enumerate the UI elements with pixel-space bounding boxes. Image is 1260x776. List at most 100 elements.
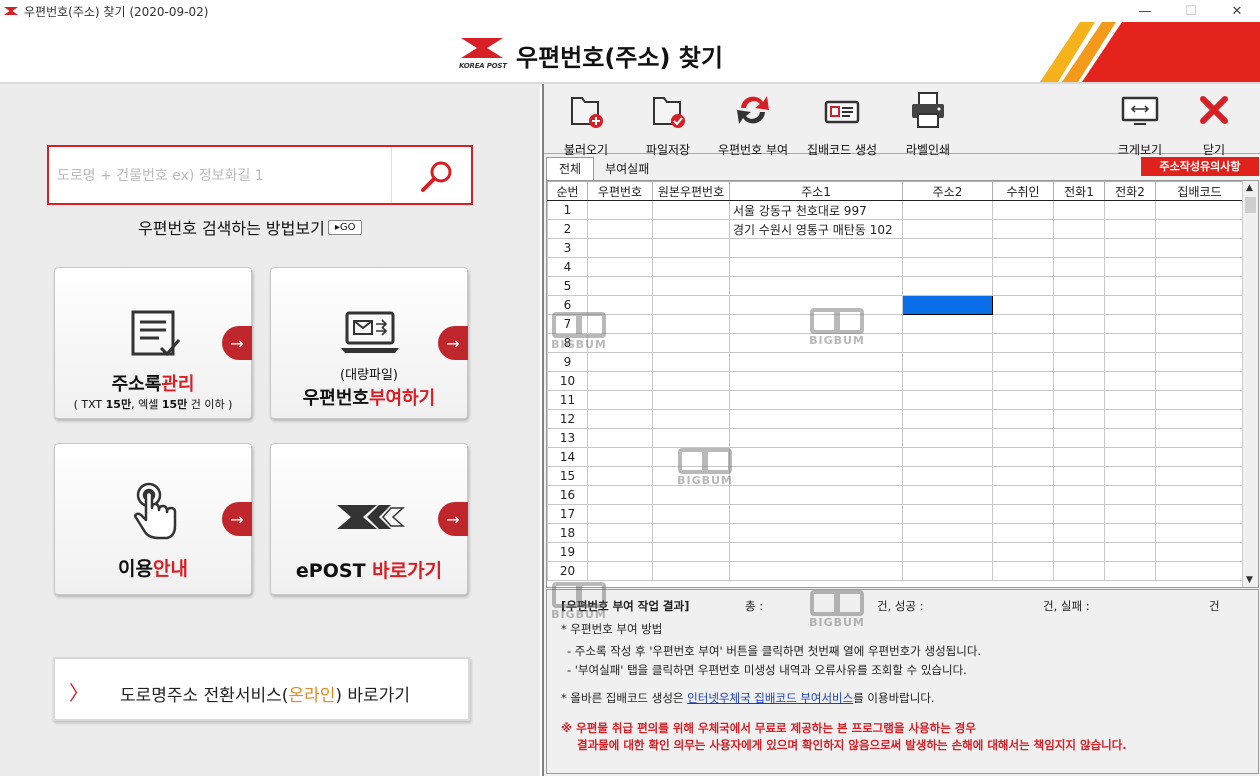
table-cell[interactable] bbox=[992, 409, 1054, 429]
table-cell[interactable] bbox=[1104, 314, 1156, 334]
table-cell[interactable] bbox=[992, 371, 1054, 391]
table-cell[interactable] bbox=[1104, 276, 1156, 296]
table-row[interactable]: 18 bbox=[547, 523, 1244, 543]
scroll-down-icon[interactable]: ▼ bbox=[1246, 575, 1253, 585]
table-cell[interactable] bbox=[587, 466, 653, 486]
table-cell[interactable] bbox=[902, 485, 993, 505]
table-cell[interactable] bbox=[587, 314, 653, 334]
table-cell[interactable] bbox=[1053, 485, 1105, 505]
table-row[interactable]: 7 bbox=[547, 314, 1244, 334]
table-cell[interactable] bbox=[729, 371, 903, 391]
table-cell[interactable]: 15 bbox=[547, 466, 588, 486]
table-cell[interactable] bbox=[652, 314, 730, 334]
table-cell[interactable] bbox=[1053, 314, 1105, 334]
table-cell[interactable] bbox=[1155, 409, 1244, 429]
table-cell[interactable] bbox=[1155, 447, 1244, 467]
table-cell[interactable] bbox=[1053, 371, 1105, 391]
save-file-button[interactable]: 파일저장 bbox=[640, 90, 696, 158]
table-cell[interactable] bbox=[1104, 542, 1156, 562]
table-cell[interactable] bbox=[729, 485, 903, 505]
bulk-postcode-card[interactable]: (대량파일) 우편번호부여하기 → bbox=[270, 267, 468, 419]
table-cell[interactable] bbox=[902, 523, 993, 543]
table-row[interactable]: 10 bbox=[547, 371, 1244, 391]
table-cell[interactable] bbox=[729, 523, 903, 543]
column-header[interactable]: 우편번호 bbox=[587, 181, 653, 201]
table-cell[interactable] bbox=[729, 257, 903, 277]
table-cell[interactable] bbox=[992, 314, 1054, 334]
table-cell[interactable] bbox=[1053, 276, 1105, 296]
table-cell[interactable] bbox=[1053, 295, 1105, 315]
table-cell[interactable] bbox=[1053, 504, 1105, 524]
table-cell[interactable] bbox=[587, 333, 653, 353]
column-header[interactable]: 전화2 bbox=[1104, 181, 1156, 201]
table-cell[interactable] bbox=[1155, 200, 1244, 220]
table-cell[interactable] bbox=[652, 466, 730, 486]
table-cell[interactable] bbox=[652, 276, 730, 296]
table-cell[interactable] bbox=[729, 561, 903, 581]
grid-vertical-scrollbar[interactable]: ▲ ▼ bbox=[1242, 181, 1258, 587]
table-cell[interactable]: 20 bbox=[547, 561, 588, 581]
table-cell[interactable] bbox=[652, 447, 730, 467]
table-cell[interactable] bbox=[1155, 561, 1244, 581]
maximize-button[interactable]: ☐ bbox=[1168, 0, 1214, 22]
table-cell[interactable]: 9 bbox=[547, 352, 588, 372]
table-cell[interactable] bbox=[1155, 504, 1244, 524]
table-cell[interactable] bbox=[902, 561, 993, 581]
table-cell[interactable] bbox=[1053, 238, 1105, 258]
table-cell[interactable]: 16 bbox=[547, 485, 588, 505]
table-row[interactable]: 4 bbox=[547, 257, 1244, 277]
table-cell[interactable] bbox=[902, 257, 993, 277]
table-cell[interactable] bbox=[1053, 466, 1105, 486]
table-cell[interactable]: 7 bbox=[547, 314, 588, 334]
table-cell[interactable]: 12 bbox=[547, 409, 588, 429]
table-cell[interactable] bbox=[992, 542, 1054, 562]
table-cell[interactable] bbox=[729, 428, 903, 448]
table-cell[interactable] bbox=[902, 314, 993, 334]
table-cell[interactable] bbox=[652, 523, 730, 543]
table-cell[interactable] bbox=[992, 390, 1054, 410]
table-cell[interactable] bbox=[587, 504, 653, 524]
table-cell[interactable] bbox=[587, 352, 653, 372]
table-cell[interactable]: 3 bbox=[547, 238, 588, 258]
column-header[interactable]: 주소2 bbox=[902, 181, 993, 201]
table-cell[interactable] bbox=[1104, 390, 1156, 410]
table-cell[interactable]: 8 bbox=[547, 333, 588, 353]
column-header[interactable]: 원본우편번호 bbox=[652, 181, 730, 201]
table-cell[interactable] bbox=[652, 295, 730, 315]
table-row[interactable]: 3 bbox=[547, 238, 1244, 258]
table-cell[interactable] bbox=[729, 447, 903, 467]
table-cell[interactable] bbox=[1104, 447, 1156, 467]
table-row[interactable]: 12 bbox=[547, 409, 1244, 429]
table-cell[interactable] bbox=[729, 295, 903, 315]
table-cell[interactable] bbox=[587, 257, 653, 277]
table-cell[interactable] bbox=[1053, 219, 1105, 239]
table-cell[interactable] bbox=[729, 238, 903, 258]
table-cell[interactable] bbox=[652, 352, 730, 372]
scroll-thumb[interactable] bbox=[1245, 197, 1256, 213]
table-cell[interactable] bbox=[992, 504, 1054, 524]
table-cell[interactable] bbox=[652, 504, 730, 524]
table-cell[interactable] bbox=[902, 219, 993, 239]
table-cell[interactable] bbox=[729, 409, 903, 429]
table-row[interactable]: 19 bbox=[547, 542, 1244, 562]
address-grid[interactable]: 순번 우편번호 원본우편번호 주소1 주소2 수취인 전화1 전화2 집배코드 1 서울 강동구 … bbox=[546, 180, 1259, 588]
table-cell[interactable] bbox=[1155, 371, 1244, 391]
table-cell[interactable] bbox=[1155, 333, 1244, 353]
table-cell[interactable] bbox=[587, 276, 653, 296]
table-cell[interactable] bbox=[587, 428, 653, 448]
table-cell[interactable] bbox=[992, 276, 1054, 296]
table-cell[interactable] bbox=[652, 390, 730, 410]
table-cell[interactable]: 5 bbox=[547, 276, 588, 296]
table-cell[interactable]: 2 bbox=[547, 219, 588, 239]
table-cell[interactable] bbox=[1053, 200, 1105, 220]
column-header[interactable]: 순번 bbox=[547, 181, 588, 201]
close-window-button[interactable]: ✕ bbox=[1214, 0, 1260, 22]
table-cell[interactable] bbox=[1155, 295, 1244, 315]
code-service-link[interactable]: 인터넷우체국 집배코드 부여서비스 bbox=[687, 691, 853, 705]
table-cell[interactable] bbox=[587, 542, 653, 562]
table-cell[interactable] bbox=[902, 352, 993, 372]
table-cell[interactable] bbox=[1155, 257, 1244, 277]
table-cell[interactable] bbox=[992, 352, 1054, 372]
table-cell[interactable] bbox=[1155, 485, 1244, 505]
table-cell[interactable] bbox=[902, 276, 993, 296]
